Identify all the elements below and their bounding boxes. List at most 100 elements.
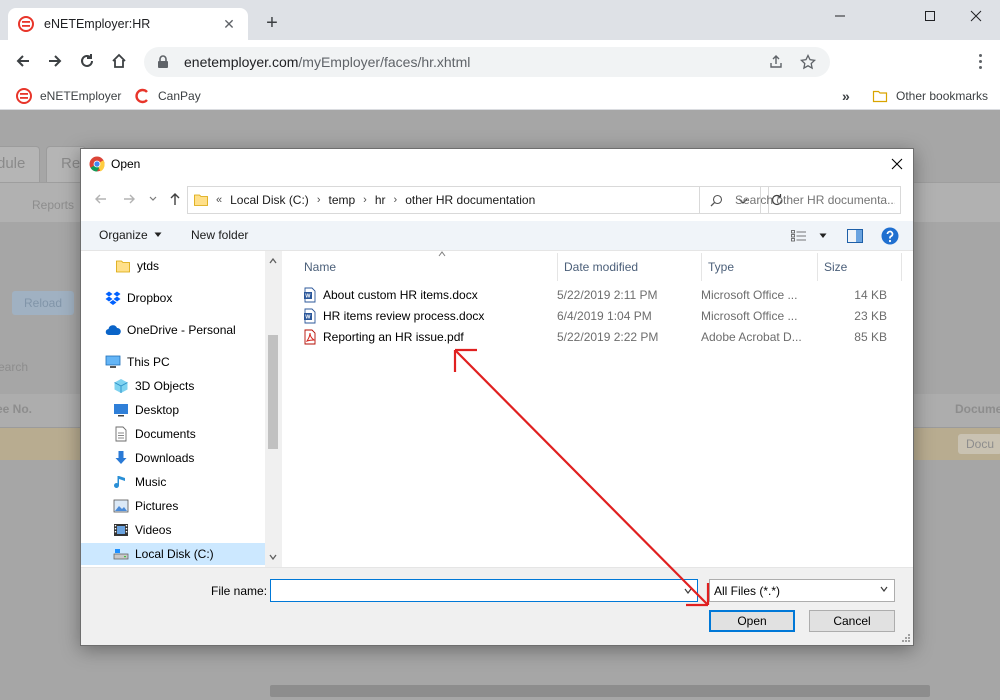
bookmark-label: eNETEmployer [40,89,122,103]
window-maximize-icon[interactable] [920,6,940,26]
help-icon[interactable] [881,227,899,245]
enet-logo-icon [16,88,32,104]
file-name-input[interactable] [270,579,698,602]
file-size: 23 KB [854,309,887,323]
column-header-label: Name [304,260,337,274]
file-size: 85 KB [854,330,887,344]
forward-icon[interactable] [44,50,66,72]
dialog-forward-icon[interactable] [121,191,137,207]
preview-pane-icon[interactable] [847,229,863,243]
recent-locations-icon[interactable] [145,191,161,207]
drive-icon [113,549,129,560]
share-icon[interactable] [767,53,785,71]
dialog-footer: File name: All Files (*.*) Open Cancel [81,567,913,645]
breadcrumb-current-folder[interactable]: other HR documentation [405,193,535,207]
other-bookmarks[interactable]: Other bookmarks [872,86,988,106]
up-folder-icon[interactable] [167,191,183,207]
nav-item-label: OneDrive - Personal [127,323,236,337]
cancel-button[interactable]: Cancel [809,610,895,632]
scroll-down-icon[interactable] [265,549,281,565]
dialog-search-box[interactable] [699,186,901,214]
nav-item-downloads[interactable]: Downloads [81,447,265,469]
breadcrumb-local-disk[interactable]: Local Disk (C:) [230,193,309,207]
home-icon[interactable] [108,50,130,72]
file-type-filter-value: All Files (*.*) [714,583,781,598]
nav-item-videos[interactable]: Videos [81,519,265,541]
chevron-down-icon [880,586,888,592]
dialog-address-bar[interactable]: « Local Disk (C:) › temp › hr › other HR… [187,186,782,214]
enet-logo-icon [18,16,34,32]
dropbox-icon [105,291,121,305]
breadcrumb-chevron-icon[interactable]: › [317,194,321,206]
other-bookmarks-label: Other bookmarks [896,89,989,103]
new-folder-button[interactable]: New folder [191,228,248,242]
breadcrumb-temp[interactable]: temp [328,193,355,207]
tab-title: eNETEmployer:HR [44,17,151,31]
url-path: /myEmployer/faces/hr.xhtml [298,54,471,70]
breadcrumb-chevron-icon[interactable]: › [394,194,398,206]
new-tab-button[interactable]: + [262,13,282,34]
organize-button[interactable]: Organize [99,228,162,242]
open-button[interactable]: Open [709,610,795,632]
column-header-type[interactable]: Type [702,253,818,281]
dialog-back-icon[interactable] [93,191,109,207]
breadcrumb-hr[interactable]: hr [375,193,386,207]
file-date: 5/22/2019 2:22 PM [557,330,659,344]
column-header-date-modified[interactable]: Date modified [558,253,702,281]
file-date: 5/22/2019 2:11 PM [557,288,658,302]
file-row[interactable]: W HR items review process.docx 6/4/2019 … [302,306,902,326]
back-icon[interactable] [12,50,34,72]
browser-menu-icon[interactable] [972,50,988,72]
view-options-icon[interactable] [791,230,827,242]
file-row[interactable]: W About custom HR items.docx 5/22/2019 2… [302,285,902,305]
svg-text:W: W [305,315,311,321]
nav-item-documents[interactable]: Documents [81,423,265,445]
file-name-history-chevron-down-icon[interactable] [678,579,698,602]
search-input[interactable] [735,193,895,207]
videos-icon [114,524,128,536]
close-tab-icon[interactable]: ✕ [220,15,238,33]
column-header-size[interactable]: Size [818,253,902,281]
bookmarks-overflow-icon[interactable]: » [842,86,850,106]
file-list: Name Date modified Type Size W About cus… [281,251,913,567]
file-name-label: File name: [211,584,268,598]
bookmark-canpay[interactable]: CanPay [134,86,201,106]
nav-item-label: ytds [137,259,160,273]
nav-item-3d-objects[interactable]: 3D Objects [81,375,265,397]
nav-item-desktop[interactable]: Desktop [81,399,265,421]
address-bar[interactable]: enetemployer.com/myEmployer/faces/hr.xht… [144,47,830,77]
resize-grip-icon[interactable] [901,633,911,643]
nav-item-ytds[interactable]: ytds [81,255,265,277]
column-header-name[interactable]: Name [298,251,558,281]
file-type: Microsoft Office ... [701,309,798,323]
scrollbar-thumb[interactable] [268,335,278,449]
word-doc-icon: W [304,287,316,303]
breadcrumb-overflow[interactable]: « [216,194,222,206]
nav-item-onedrive[interactable]: OneDrive - Personal [81,319,265,341]
window-minimize-icon[interactable] [830,6,850,26]
nav-item-this-pc[interactable]: This PC [81,351,265,373]
page-search-label: earch [0,360,29,374]
column-header-label: Size [824,260,848,274]
file-type-filter[interactable]: All Files (*.*) [709,579,895,602]
nav-item-label: Local Disk (C:) [135,547,214,561]
navigation-pane-scrollbar[interactable] [265,251,281,567]
nav-item-local-disk[interactable]: Local Disk (C:) [81,543,265,565]
breadcrumb-chevron-icon[interactable]: › [363,194,367,206]
page-doc-button: Docu [958,434,1000,454]
nav-item-music[interactable]: Music [81,471,265,493]
file-row[interactable]: Reporting an HR issue.pdf 5/22/2019 2:22… [302,327,902,347]
window-close-icon[interactable] [966,6,986,26]
dialog-close-icon[interactable] [887,154,907,174]
nav-item-pictures[interactable]: Pictures [81,495,265,517]
bookmark-enetemployer[interactable]: eNETEmployer [16,86,121,106]
reload-icon[interactable] [76,50,98,72]
browser-tab[interactable]: eNETEmployer:HR ✕ [8,8,248,40]
scroll-up-icon[interactable] [265,253,281,269]
chevron-down-icon [819,233,827,238]
file-date: 6/4/2019 1:04 PM [557,309,652,323]
bookmark-star-icon[interactable] [799,53,817,71]
onedrive-icon [105,325,121,336]
nav-item-dropbox[interactable]: Dropbox [81,287,265,309]
dialog-command-bar: Organize New folder [81,221,913,251]
